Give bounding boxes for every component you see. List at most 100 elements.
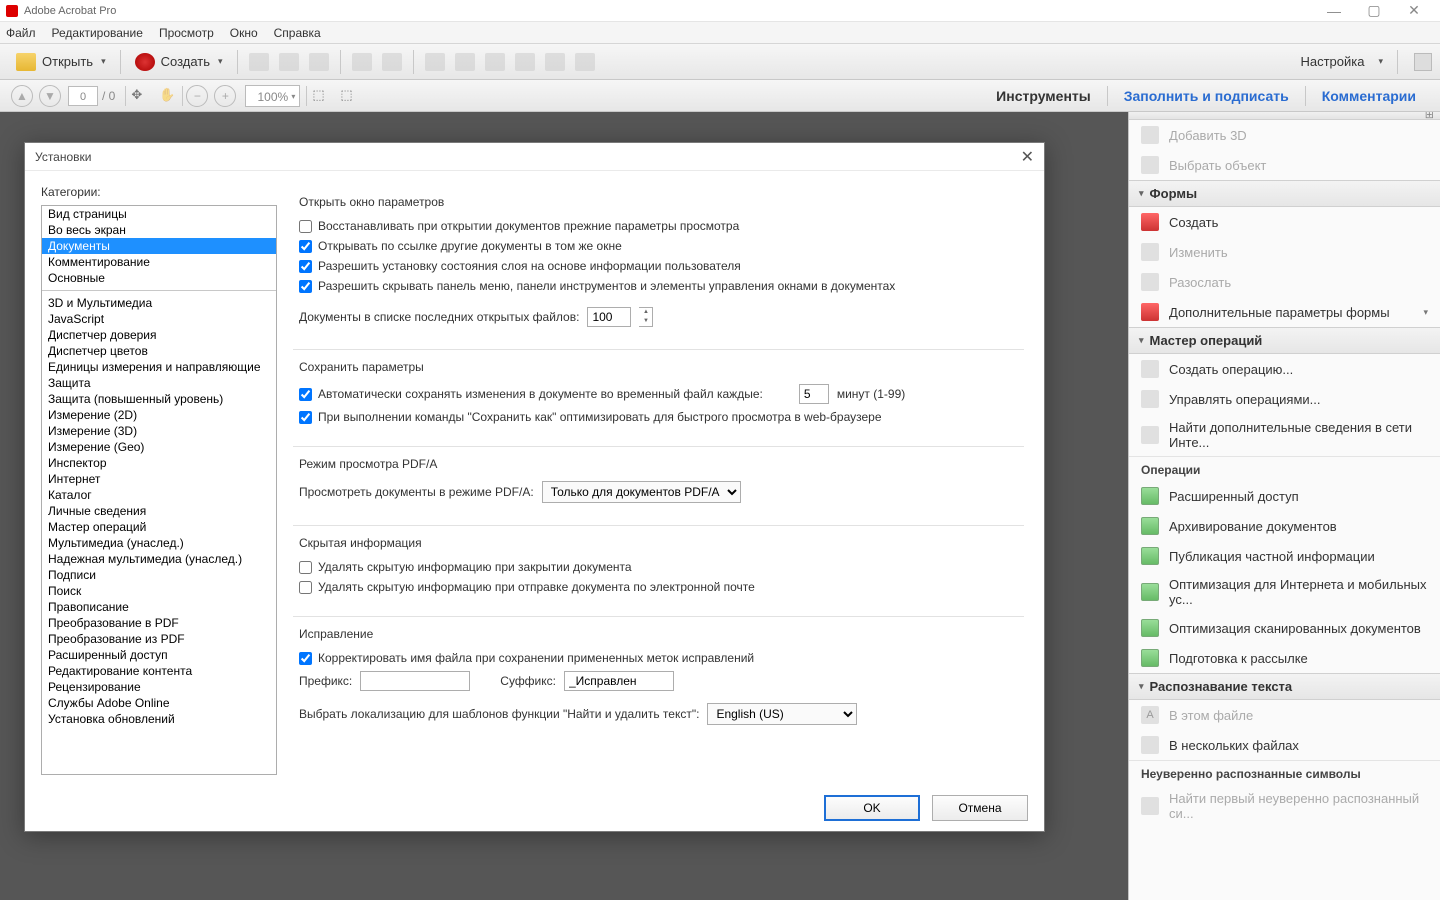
panel-item-add-3d[interactable]: Добавить 3D — [1129, 120, 1440, 150]
create-button[interactable]: Создать ▾ — [127, 49, 231, 75]
panel-section-forms[interactable]: Формы — [1129, 180, 1440, 207]
panel-item-create-action[interactable]: Создать операцию... — [1129, 354, 1440, 384]
panel-item-select-object[interactable]: Выбрать объект — [1129, 150, 1440, 180]
localization-select[interactable]: English (US) — [707, 703, 857, 725]
panel-op-archive[interactable]: Архивирование документов — [1129, 511, 1440, 541]
category-item[interactable]: Поиск — [42, 583, 276, 599]
recent-docs-input[interactable] — [587, 307, 631, 327]
print-icon[interactable] — [309, 53, 329, 71]
export-icon[interactable] — [515, 53, 535, 71]
panel-section-action-wizard[interactable]: Мастер операций — [1129, 327, 1440, 354]
check-restore-view[interactable]: Восстанавливать при открытии документов … — [299, 219, 739, 233]
category-item[interactable]: Комментирование — [42, 254, 276, 270]
tools-tab[interactable]: Инструменты — [980, 88, 1107, 104]
zoom-out-button[interactable]: − — [186, 85, 208, 107]
sign-icon[interactable] — [485, 53, 505, 71]
check-optimize-web[interactable]: При выполнении команды "Сохранить как" о… — [299, 410, 882, 424]
panel-op-prepare-distribution[interactable]: Подготовка к рассылке — [1129, 643, 1440, 673]
hand-tool-icon[interactable]: ✋ — [159, 87, 177, 105]
fill-sign-tab[interactable]: Заполнить и подписать — [1108, 88, 1305, 104]
gear-icon[interactable] — [425, 53, 445, 71]
zoom-level[interactable]: 100% — [245, 85, 300, 107]
panel-item-ocr-this-file[interactable]: AВ этом файле — [1129, 700, 1440, 730]
fit-page-icon[interactable]: ⬚ — [340, 87, 358, 105]
category-item[interactable]: 3D и Мультимедиа — [42, 295, 276, 311]
category-item[interactable]: Установка обновлений — [42, 711, 276, 727]
comment-icon[interactable] — [455, 53, 475, 71]
menu-file[interactable]: Файл — [6, 26, 36, 40]
fit-width-icon[interactable]: ⬚ — [312, 87, 330, 105]
menu-help[interactable]: Справка — [274, 26, 321, 40]
autosave-minutes-input[interactable] — [799, 384, 829, 404]
category-item[interactable]: Вид страницы — [42, 206, 276, 222]
category-item[interactable]: Подписи — [42, 567, 276, 583]
check-hide-menubar[interactable]: Разрешить скрывать панель меню, панели и… — [299, 279, 895, 293]
combine-icon[interactable] — [545, 53, 565, 71]
mail-icon[interactable] — [382, 53, 402, 71]
check-layer-state[interactable]: Разрешить установку состояния слоя на ос… — [299, 259, 741, 273]
category-item[interactable]: Каталог — [42, 487, 276, 503]
category-item[interactable]: Инспектор — [42, 455, 276, 471]
panel-item-find-actions[interactable]: Найти дополнительные сведения в сети Инт… — [1129, 414, 1440, 456]
ok-button[interactable]: OK — [824, 795, 920, 821]
suffix-input[interactable] — [564, 671, 674, 691]
category-item[interactable]: Документы — [42, 238, 276, 254]
page-number-input[interactable]: 0 — [68, 86, 98, 106]
category-item[interactable]: Расширенный доступ — [42, 647, 276, 663]
zoom-in-button[interactable]: + — [214, 85, 236, 107]
organize-icon[interactable] — [575, 53, 595, 71]
category-item[interactable]: Интернет — [42, 471, 276, 487]
minimize-button[interactable]: — — [1314, 3, 1354, 19]
menu-window[interactable]: Окно — [230, 26, 258, 40]
select-tool-icon[interactable]: ✥ — [131, 87, 149, 105]
menu-edit[interactable]: Редактирование — [52, 26, 143, 40]
categories-listbox[interactable]: Вид страницыВо весь экранДокументыКоммен… — [41, 205, 277, 775]
check-open-same-window[interactable]: Открывать по ссылке другие документы в т… — [299, 239, 622, 253]
category-item[interactable]: Редактирование контента — [42, 663, 276, 679]
category-item[interactable]: Во весь экран — [42, 222, 276, 238]
category-item[interactable]: JavaScript — [42, 311, 276, 327]
recent-docs-spinner[interactable]: ▲▼ — [639, 307, 653, 327]
category-item[interactable]: Службы Adobe Online — [42, 695, 276, 711]
open-button[interactable]: Открыть ▾ — [8, 49, 114, 75]
panel-op-publish-private[interactable]: Публикация частной информации — [1129, 541, 1440, 571]
dialog-close-button[interactable]: ✕ — [1021, 147, 1034, 167]
category-item[interactable]: Измерение (2D) — [42, 407, 276, 423]
category-item[interactable]: Преобразование в PDF — [42, 615, 276, 631]
page-down-button[interactable]: ▼ — [39, 85, 61, 107]
category-item[interactable]: Защита (повышенный уровень) — [42, 391, 276, 407]
category-item[interactable]: Преобразование из PDF — [42, 631, 276, 647]
category-item[interactable]: Диспетчер цветов — [42, 343, 276, 359]
maximize-button[interactable]: ▢ — [1354, 2, 1394, 19]
panel-item-forms-create[interactable]: Создать — [1129, 207, 1440, 237]
check-autosave[interactable]: Автоматически сохранять изменения в доку… — [299, 387, 763, 401]
panel-item-manage-actions[interactable]: Управлять операциями... — [1129, 384, 1440, 414]
category-item[interactable]: Рецензирование — [42, 679, 276, 695]
panel-op-accessibility[interactable]: Расширенный доступ — [1129, 481, 1440, 511]
category-item[interactable]: Защита — [42, 375, 276, 391]
panel-item-ocr-multiple[interactable]: В нескольких файлах — [1129, 730, 1440, 760]
check-adjust-filename[interactable]: Корректировать имя файла при сохранении … — [299, 651, 754, 665]
category-item[interactable]: Измерение (3D) — [42, 423, 276, 439]
panel-item-find-suspect[interactable]: Найти первый неуверенно распознанный си.… — [1129, 785, 1440, 827]
category-item[interactable]: Мастер операций — [42, 519, 276, 535]
comments-tab[interactable]: Комментарии — [1306, 88, 1432, 104]
panel-item-forms-distribute[interactable]: Разослать — [1129, 267, 1440, 297]
cloud-icon[interactable] — [279, 53, 299, 71]
category-item[interactable]: Измерение (Geo) — [42, 439, 276, 455]
panel-item-forms-edit[interactable]: Изменить — [1129, 237, 1440, 267]
fullscreen-icon[interactable] — [1414, 53, 1432, 71]
close-window-button[interactable]: ✕ — [1394, 2, 1434, 19]
check-remove-hidden-close[interactable]: Удалять скрытую информацию при закрытии … — [299, 560, 632, 574]
menu-view[interactable]: Просмотр — [159, 26, 214, 40]
page-up-button[interactable]: ▲ — [11, 85, 33, 107]
category-item[interactable]: Основные — [42, 270, 276, 286]
panel-section-ocr[interactable]: Распознавание текста — [1129, 673, 1440, 700]
panel-op-optimize-scan[interactable]: Оптимизация сканированных документов — [1129, 613, 1440, 643]
edit-icon[interactable] — [352, 53, 372, 71]
category-item[interactable]: Мультимедиа (унаслед.) — [42, 535, 276, 551]
pdfa-mode-select[interactable]: Только для документов PDF/A — [542, 481, 741, 503]
category-item[interactable]: Диспетчер доверия — [42, 327, 276, 343]
category-item[interactable]: Правописание — [42, 599, 276, 615]
panel-op-optimize-web[interactable]: Оптимизация для Интернета и мобильных ус… — [1129, 571, 1440, 613]
